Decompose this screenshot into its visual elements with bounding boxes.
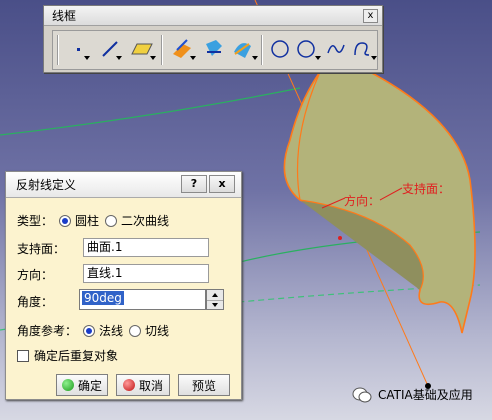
toolbar-grip[interactable]	[57, 35, 59, 65]
toolbar-title: 线框	[44, 6, 382, 26]
line-button[interactable]	[97, 35, 123, 63]
angle-spinner[interactable]	[206, 289, 224, 310]
angle-ref-tangent-label[interactable]: 切线	[145, 322, 169, 339]
repeat-label[interactable]: 确定后重复对象	[34, 347, 118, 364]
helix-button[interactable]	[349, 35, 377, 63]
angle-value: 90deg	[82, 291, 124, 305]
type-conic-label[interactable]: 二次曲线	[121, 212, 169, 229]
repeat-checkbox[interactable]	[17, 349, 29, 362]
support-label-text: 支持面：	[17, 242, 66, 256]
reflect-point	[338, 236, 342, 240]
reflect-line-dialog[interactable]: 反射线定义 ? x 类型： 圆柱 二次曲线 支持面： 曲面.1 方向： 直线.1…	[5, 171, 242, 400]
circle-icon	[271, 40, 289, 58]
direction-label-text: 方向：	[17, 268, 54, 282]
support-label: 支持面：	[402, 182, 451, 196]
reflect-line-button[interactable]	[229, 35, 258, 63]
angle-ref-normal-radio[interactable]	[83, 324, 96, 337]
type-label: 类型：	[17, 214, 54, 228]
toolbar-close-button[interactable]: x	[363, 9, 378, 23]
spline-button[interactable]	[323, 35, 349, 63]
type-conic-radio[interactable]	[105, 214, 118, 227]
dialog-close-button[interactable]: x	[209, 175, 235, 193]
repeat-row[interactable]: 确定后重复对象	[17, 347, 118, 364]
toolbar-row	[52, 30, 378, 70]
type-row: 类型： 圆柱 二次曲线	[17, 212, 169, 229]
plane-button[interactable]	[129, 35, 156, 63]
spin-up-button[interactable]	[207, 290, 223, 300]
wechat-icon	[352, 387, 372, 403]
angle-ref-normal-label[interactable]: 法线	[99, 322, 123, 339]
direction-label: 方向：	[344, 194, 381, 208]
ok-button[interactable]: 确定	[56, 374, 108, 396]
ok-icon	[61, 379, 74, 391]
angle-ref-row: 角度参考： 法线 切线	[17, 322, 169, 339]
help-button[interactable]: ?	[181, 175, 207, 193]
direction-field[interactable]: 直线.1	[83, 264, 209, 283]
angle-input[interactable]: 90deg	[79, 289, 206, 310]
spin-down-button[interactable]	[207, 299, 223, 310]
corner-button[interactable]	[293, 35, 321, 63]
angle-ref-label: 角度参考：	[17, 324, 78, 338]
green-curve-top	[0, 87, 301, 136]
type-cylinder-radio[interactable]	[59, 214, 72, 227]
cancel-button[interactable]: 取消	[116, 374, 170, 396]
point-icon	[77, 48, 80, 51]
circle-button[interactable]	[267, 35, 293, 63]
angle-ref-tangent-radio[interactable]	[129, 324, 142, 337]
cancel-icon	[122, 379, 135, 391]
preview-button[interactable]: 预览	[178, 374, 230, 396]
angle-label-text: 角度：	[17, 295, 54, 309]
helix-icon	[354, 42, 370, 56]
watermark: CATIA基础及应用	[352, 386, 473, 403]
point-button[interactable]	[65, 35, 91, 63]
plane-icon	[131, 43, 153, 55]
corner-circle-icon	[297, 40, 315, 58]
support-field[interactable]: 曲面.1	[83, 238, 209, 257]
intersection-icon	[206, 40, 222, 56]
projection-button[interactable]	[169, 35, 196, 63]
watermark-text: CATIA基础及应用	[378, 388, 473, 402]
wireframe-toolbar[interactable]: 线框 x	[43, 5, 383, 73]
type-cylinder-label[interactable]: 圆柱	[75, 212, 99, 229]
intersection-button[interactable]	[201, 35, 227, 63]
reflect-line-icon	[234, 43, 251, 58]
spline-icon	[327, 44, 345, 54]
